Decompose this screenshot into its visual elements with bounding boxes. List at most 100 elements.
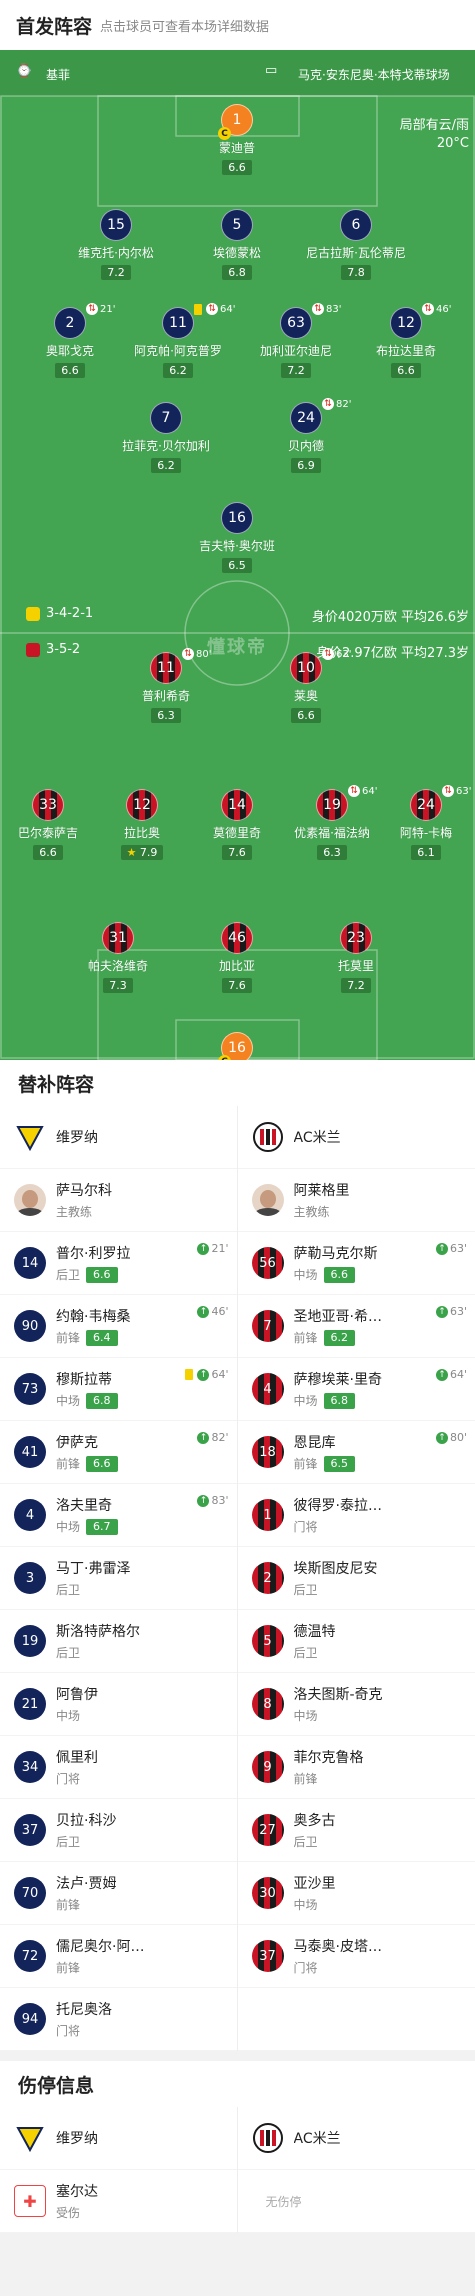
sub-number: 56 bbox=[251, 1247, 284, 1279]
home-player-9[interactable]: 24 ⇅ 82' 贝内德 6.9 bbox=[250, 398, 362, 473]
rating-value: 7.2 bbox=[107, 266, 125, 279]
away-sub-row[interactable]: 8 洛夫图斯-奇克 中场 bbox=[237, 1673, 475, 1736]
home-player-1[interactable]: 15 维克托·内尔松 7.2 bbox=[60, 209, 172, 280]
rating-value: 7.6 bbox=[228, 846, 246, 859]
home-injury-row[interactable]: ✚ 塞尔达 受伤 bbox=[0, 2170, 237, 2233]
away-player-8[interactable]: 46 加比亚 7.6 bbox=[181, 922, 293, 993]
rating-value: 7.2 bbox=[287, 364, 305, 377]
sub-minute: 80' bbox=[196, 648, 212, 660]
away-age: 平均27.3岁 bbox=[401, 646, 469, 661]
sub-name: 亚沙里 bbox=[293, 1876, 336, 1892]
player-name: 加利亚尔迪尼 bbox=[259, 344, 332, 358]
home-sub-row[interactable]: 37 贝拉·科沙 后卫 bbox=[0, 1799, 237, 1862]
player-number: 11 bbox=[162, 307, 194, 339]
away-formation: 3-5-2 bbox=[26, 642, 80, 657]
away-player-10[interactable]: 16C迈尼昂6.5 bbox=[181, 1032, 293, 1060]
sub-position: 前锋 bbox=[56, 1331, 81, 1345]
substitution-indicator: ⇅ 21' bbox=[86, 303, 115, 315]
sub-in-icon: ↑ bbox=[435, 1431, 448, 1444]
away-team-row[interactable]: AC米兰 bbox=[237, 1106, 475, 1169]
away-sub-row[interactable]: 4 萨穆埃莱·里奇 中场 6.8 ↑ 64' bbox=[237, 1358, 475, 1421]
sub-in-minute: 80' bbox=[449, 1431, 467, 1444]
verona-logo-icon bbox=[16, 1126, 44, 1152]
sub-position: 前锋 bbox=[56, 1898, 81, 1912]
away-player-6[interactable]: 24 ⇅ 63' 阿特-卡梅 6.1 bbox=[370, 785, 475, 860]
home-sub-row[interactable]: 19 斯洛特萨格尔 后卫 bbox=[0, 1610, 237, 1673]
player-rating: 6.5 bbox=[222, 558, 252, 573]
sub-name: 德温特 bbox=[293, 1624, 336, 1640]
away-player-0[interactable]: 11 ⇅ 80' 普利希奇 6.3 bbox=[110, 648, 222, 723]
away-sub-row[interactable]: 18 恩昆库 前锋 6.5 ↑ 80' bbox=[237, 1421, 475, 1484]
home-player-6[interactable]: 63 ⇅ 83' 加利亚尔迪尼 7.2 bbox=[240, 303, 352, 378]
home-team-row[interactable]: 维罗纳 bbox=[0, 1106, 237, 1169]
away-subs-column: AC米兰 阿莱格里 主教练 56 萨勒马克尔斯 中场 6.6 ↑ 63' 7 圣地亚哥·希… 前… bbox=[237, 1106, 475, 2051]
away-player-7[interactable]: 31 帕夫洛维奇 7.3 bbox=[62, 922, 174, 993]
away-sub-row[interactable]: 7 圣地亚哥·希… 前锋 6.2 ↑ 63' bbox=[237, 1295, 475, 1358]
away-sub-row[interactable]: 9 菲尔克鲁格 前锋 bbox=[237, 1736, 475, 1799]
home-sub-row[interactable]: 94 托尼奥洛 门将 bbox=[0, 1988, 237, 2051]
sub-name: 恩昆库 bbox=[293, 1435, 336, 1451]
away-sub-row[interactable]: 27 奥多古 后卫 bbox=[237, 1799, 475, 1862]
home-player-10[interactable]: 16 吉夫特·奥尔班 6.5 bbox=[181, 502, 293, 573]
away-injury-team-name: AC米兰 bbox=[293, 2131, 341, 2147]
away-sub-row[interactable]: 30 亚沙里 中场 bbox=[237, 1862, 475, 1925]
sub-rating: 6.2 bbox=[323, 1329, 356, 1346]
home-coach-row[interactable]: 萨马尔科 主教练 bbox=[0, 1169, 237, 1232]
away-sub-row[interactable]: 37 马泰奥·皮塔… 门将 bbox=[237, 1925, 475, 1988]
player-number: 7 bbox=[150, 402, 182, 434]
sub-position: 门将 bbox=[293, 1961, 318, 1975]
pitch: ⌚ 基菲 ▭ 马克·安东尼奥·本特戈蒂球场 懂球帝 局部有云/雨 20°C 3-… bbox=[0, 50, 475, 1060]
home-sub-row[interactable]: 4 洛夫里奇 中场 6.7 ↑ 83' bbox=[0, 1484, 237, 1547]
player-rating: 6.3 bbox=[151, 708, 181, 723]
away-sub-row[interactable]: 1 彼得罗·泰拉… 门将 bbox=[237, 1484, 475, 1547]
away-sub-row[interactable]: 5 德温特 后卫 bbox=[237, 1610, 475, 1673]
home-player-0[interactable]: 1 C 蒙迪普 6.6 bbox=[181, 104, 293, 175]
home-sub-row[interactable]: 90 约翰·韦梅桑 前锋 6.4 ↑ 46' bbox=[0, 1295, 237, 1358]
sub-in-minute: 21' bbox=[211, 1242, 229, 1255]
player-rating: 7.2 bbox=[101, 265, 131, 280]
home-sub-row[interactable]: 70 法卢·贾姆 前锋 bbox=[0, 1862, 237, 1925]
away-sub-row[interactable]: 56 萨勒马克尔斯 中场 6.6 ↑ 63' bbox=[237, 1232, 475, 1295]
home-sub-row[interactable]: 72 儒尼奥尔·阿… 前锋 bbox=[0, 1925, 237, 1988]
home-player-3[interactable]: 6 尼古拉斯·瓦伦蒂尼 7.8 bbox=[300, 209, 412, 280]
substitution-indicator: ⇅ 64' bbox=[194, 303, 235, 315]
away-player-1[interactable]: 10 ⇅ 63' 莱奥 6.6 bbox=[250, 648, 362, 723]
away-player-9[interactable]: 23 托莫里 7.2 bbox=[300, 922, 412, 993]
sub-number: 14 bbox=[14, 1247, 46, 1279]
player-rating: 6.6 bbox=[55, 363, 85, 378]
away-sub-row[interactable]: 2 埃斯图皮尼安 后卫 bbox=[237, 1547, 475, 1610]
sub-in-icon: ↑ bbox=[197, 1368, 210, 1381]
home-player-8[interactable]: 7 拉菲克·贝尔加利 6.2 bbox=[110, 402, 222, 473]
player-number: 12 bbox=[390, 307, 422, 339]
sub-name: 托尼奥洛 bbox=[56, 2002, 112, 2018]
sub-position: 前锋 bbox=[293, 1331, 318, 1345]
sub-position: 后卫 bbox=[293, 1835, 318, 1849]
injury-status: 受伤 bbox=[56, 2206, 81, 2220]
sub-event: ↑ 64' bbox=[185, 1368, 229, 1381]
home-sub-row[interactable]: 21 阿鲁伊 中场 bbox=[0, 1673, 237, 1736]
home-player-7[interactable]: 12 ⇅ 46' 布拉达里奇 6.6 bbox=[350, 303, 462, 378]
home-sub-row[interactable]: 3 马丁·弗雷泽 后卫 bbox=[0, 1547, 237, 1610]
home-formation-text: 3-4-2-1 bbox=[46, 606, 94, 621]
rating-value: 6.9 bbox=[297, 459, 315, 472]
rating-value: 6.3 bbox=[323, 846, 341, 859]
sub-name: 洛夫图斯-奇克 bbox=[293, 1687, 383, 1703]
milan-logo-icon bbox=[252, 2123, 283, 2153]
home-injury-team-row: 维罗纳 bbox=[0, 2107, 237, 2170]
player-name: 尼古拉斯·瓦伦蒂尼 bbox=[306, 246, 406, 260]
sub-in-minute: 64' bbox=[449, 1368, 467, 1381]
home-sub-row[interactable]: 73 穆斯拉蒂 中场 6.8 ↑ 64' bbox=[0, 1358, 237, 1421]
sub-minute: 64' bbox=[220, 303, 236, 315]
home-player-5[interactable]: 11 ⇅ 64' 阿克帕·阿克普罗 6.2 bbox=[122, 303, 235, 378]
home-sub-row[interactable]: 14 普尔·利罗拉 后卫 6.6 ↑ 21' bbox=[0, 1232, 237, 1295]
away-coach-row[interactable]: 阿莱格里 主教练 bbox=[237, 1169, 475, 1232]
player-number: 2 bbox=[54, 307, 86, 339]
home-sub-row[interactable]: 34 佩里利 门将 bbox=[0, 1736, 237, 1799]
home-player-4[interactable]: 2 ⇅ 21' 奥耶戈克 6.6 bbox=[14, 303, 126, 378]
sub-name: 埃斯图皮尼安 bbox=[293, 1561, 378, 1577]
home-sub-row[interactable]: 41 伊萨克 前锋 6.6 ↑ 82' bbox=[0, 1421, 237, 1484]
sub-position: 中场 bbox=[293, 1709, 318, 1723]
away-formation-text: 3-5-2 bbox=[46, 642, 81, 657]
home-player-2[interactable]: 5 埃德蒙松 6.8 bbox=[181, 209, 293, 280]
rating-value: 6.6 bbox=[39, 846, 57, 859]
